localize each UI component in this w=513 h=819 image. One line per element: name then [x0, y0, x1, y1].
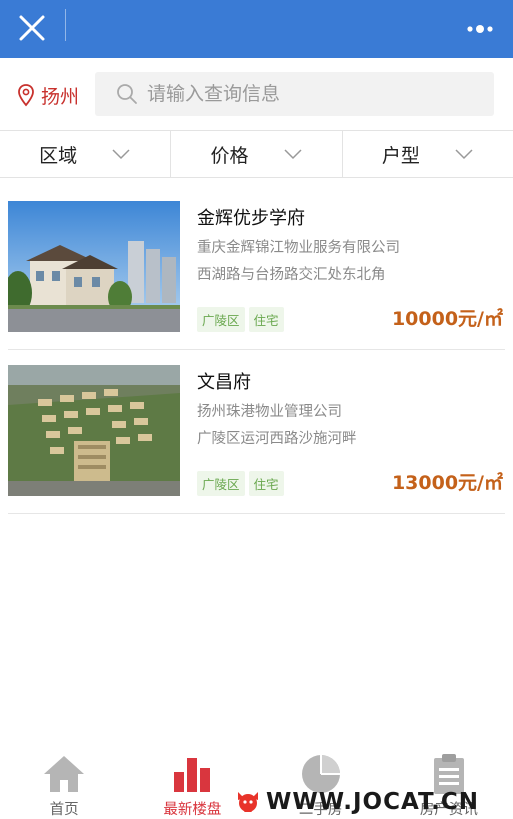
listing-title: 文昌府 — [197, 372, 251, 393]
more-dots-icon[interactable] — [465, 20, 495, 38]
close-icon[interactable] — [14, 10, 50, 46]
filter-price-label: 价格 — [210, 144, 249, 167]
chevron-down-icon — [455, 149, 473, 160]
listing-address: 广陵区运河西路沙施河畔 — [197, 431, 357, 447]
city-name: 扬州 — [41, 85, 80, 108]
top-bar — [0, 0, 513, 58]
listing-tags: 广陵区 住宅 — [197, 307, 284, 332]
tab-new-listings-label: 最新楼盘 — [163, 802, 222, 818]
city-selector[interactable]: 扬州 — [17, 82, 79, 108]
listing-title: 金辉优步学府 — [197, 208, 305, 229]
tag-type: 住宅 — [248, 307, 284, 332]
list-item[interactable]: 文昌府 扬州珠港物业管理公司 广陵区运河西路沙施河畔 广陵区 住宅 13000元… — [8, 350, 505, 514]
filter-region[interactable]: 区域 — [0, 131, 172, 177]
listing-list: 金辉优步学府 重庆金辉锦江物业服务有限公司 西湖路与台扬路交汇处东北角 广陵区 … — [8, 186, 505, 514]
listing-price: 10000元/㎡ — [391, 308, 503, 330]
filter-layout-label: 户型 — [381, 144, 420, 167]
watermark: WWW.JOCAT.CN — [234, 787, 479, 817]
filter-region-label: 区域 — [39, 144, 78, 167]
search-box[interactable] — [95, 72, 494, 116]
top-bar-divider — [65, 9, 66, 41]
listing-address: 西湖路与台扬路交汇处东北角 — [197, 267, 386, 283]
cat-logo-icon — [238, 792, 258, 812]
chevron-down-icon — [283, 149, 302, 160]
listing-photo — [8, 201, 180, 332]
watermark-text: WWW.JOCAT.CN — [266, 789, 480, 815]
bar-chart-icon — [174, 758, 211, 792]
listing-company: 重庆金辉锦江物业服务有限公司 — [197, 240, 400, 256]
search-row: 扬州 — [0, 58, 513, 130]
tag-district: 广陵区 — [197, 471, 245, 496]
filter-layout[interactable]: 户型 — [343, 131, 513, 177]
list-item[interactable]: 金辉优步学府 重庆金辉锦江物业服务有限公司 西湖路与台扬路交汇处东北角 广陵区 … — [8, 186, 505, 350]
listing-price: 13000元/㎡ — [391, 472, 503, 494]
listing-company: 扬州珠港物业管理公司 — [197, 404, 342, 420]
chevron-down-icon — [112, 149, 130, 160]
listing-photo — [8, 365, 180, 496]
tab-home[interactable]: 首页 — [0, 746, 128, 819]
tab-home-label: 首页 — [49, 802, 79, 818]
filter-bar: 区域 价格 户型 — [0, 130, 513, 178]
tag-type: 住宅 — [248, 471, 284, 496]
tag-district: 广陵区 — [197, 307, 245, 332]
search-icon — [117, 84, 137, 104]
listing-tags: 广陵区 住宅 — [197, 471, 284, 496]
home-icon — [44, 756, 85, 792]
location-pin-icon — [18, 84, 34, 107]
filter-price[interactable]: 价格 — [171, 131, 343, 177]
search-input[interactable] — [147, 83, 477, 105]
